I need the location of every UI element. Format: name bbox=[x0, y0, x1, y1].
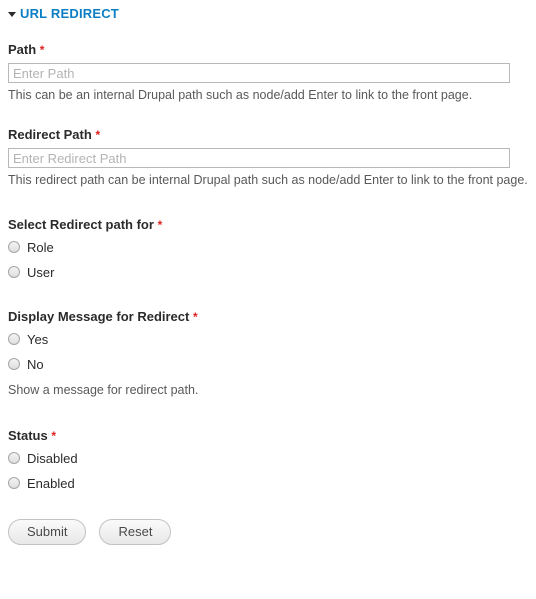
path-label-text: Path bbox=[8, 42, 37, 57]
radio-icon[interactable] bbox=[8, 477, 20, 489]
display-message-radio-group: Yes No bbox=[8, 331, 528, 372]
radio-icon[interactable] bbox=[8, 266, 20, 278]
radio-option-disabled[interactable]: Disabled bbox=[8, 450, 528, 466]
redirect-path-label-text: Redirect Path bbox=[8, 127, 92, 142]
reset-button[interactable]: Reset bbox=[99, 519, 172, 545]
redirect-path-input[interactable] bbox=[8, 148, 510, 168]
radio-option-user[interactable]: User bbox=[8, 264, 528, 280]
radio-option-enabled[interactable]: Enabled bbox=[8, 475, 528, 491]
url-redirect-form: Path * This can be an internal Drupal pa… bbox=[0, 42, 536, 491]
display-message-label: Display Message for Redirect * bbox=[8, 309, 528, 325]
radio-option-role[interactable]: Role bbox=[8, 239, 528, 255]
radio-icon[interactable] bbox=[8, 358, 20, 370]
radio-label: Disabled bbox=[27, 450, 78, 466]
radio-label: Role bbox=[27, 239, 54, 255]
select-redirect-path-for-label: Select Redirect path for * bbox=[8, 217, 528, 233]
radio-option-no[interactable]: No bbox=[8, 356, 528, 372]
redirect-path-label: Redirect Path * bbox=[8, 127, 528, 143]
status-radio-group: Disabled Enabled bbox=[8, 450, 528, 491]
select-redirect-path-for-required-marker: * bbox=[157, 218, 163, 232]
redirect-path-description: This redirect path can be internal Drupa… bbox=[8, 173, 528, 187]
status-label: Status * bbox=[8, 428, 528, 444]
caret-down-icon[interactable] bbox=[8, 11, 16, 17]
path-input[interactable] bbox=[8, 63, 510, 83]
display-message-required-marker: * bbox=[192, 310, 198, 324]
select-redirect-path-for-radio-group: Role User bbox=[8, 239, 528, 280]
form-item-path: Path * This can be an internal Drupal pa… bbox=[8, 42, 528, 103]
radio-label: Yes bbox=[27, 331, 49, 347]
submit-button[interactable]: Submit bbox=[8, 519, 87, 545]
form-actions: Submit Reset bbox=[0, 519, 536, 545]
status-label-text: Status bbox=[8, 428, 48, 443]
path-required-marker: * bbox=[39, 43, 45, 57]
select-redirect-path-for-label-text: Select Redirect path for bbox=[8, 217, 154, 232]
form-item-redirect-path: Redirect Path * This redirect path can b… bbox=[8, 127, 528, 188]
status-required-marker: * bbox=[51, 429, 57, 443]
radio-option-yes[interactable]: Yes bbox=[8, 331, 528, 347]
display-message-description: Show a message for redirect path. bbox=[8, 383, 199, 397]
radio-icon[interactable] bbox=[8, 333, 20, 345]
radio-label: User bbox=[27, 264, 55, 280]
fieldset-title: URL REDIRECT bbox=[20, 5, 119, 21]
redirect-path-required-marker: * bbox=[95, 128, 101, 142]
radio-icon[interactable] bbox=[8, 452, 20, 464]
display-message-label-text: Display Message for Redirect bbox=[8, 309, 190, 324]
form-item-status: Status * Disabled Enabled bbox=[8, 428, 528, 491]
radio-label: Enabled bbox=[27, 475, 75, 491]
fieldset-legend[interactable]: URL REDIRECT bbox=[0, 0, 536, 22]
radio-icon[interactable] bbox=[8, 241, 20, 253]
path-label: Path * bbox=[8, 42, 528, 58]
radio-label: No bbox=[27, 356, 44, 372]
form-item-display-message-for-redirect: Display Message for Redirect * Yes No Sh… bbox=[8, 309, 528, 398]
form-item-select-redirect-path-for: Select Redirect path for * Role User bbox=[8, 217, 528, 280]
path-description: This can be an internal Drupal path such… bbox=[8, 88, 473, 102]
